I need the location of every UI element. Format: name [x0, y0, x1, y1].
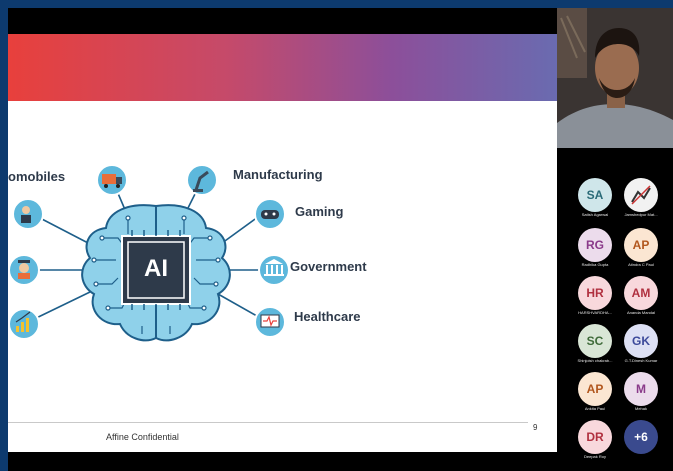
- participant-name: Atindra C Paul: [628, 262, 654, 267]
- participant-avatar: SC: [578, 324, 612, 358]
- participant-name: HARSHVARDHA...: [578, 310, 612, 315]
- person-laptop-icon: [12, 198, 44, 230]
- participant-tile[interactable]: AM Ananda Mandal: [615, 276, 667, 322]
- window-edge: [0, 8, 8, 471]
- participant-tile[interactable]: Jamshedpur Mat...: [615, 178, 667, 224]
- participant-avatar: M: [624, 372, 658, 406]
- label-automobiles: omobiles: [8, 169, 66, 184]
- participants-panel: SA Satish Agarwal Jamshedpur Mat... RG Radhi…: [557, 8, 673, 471]
- participant-name: Shinjoish chakrab...: [577, 358, 613, 363]
- ai-chip-label: AI: [144, 255, 168, 282]
- share-top-bar: [8, 8, 557, 34]
- participant-tile[interactable]: M Mehak: [615, 372, 667, 418]
- participant-avatar: HR: [578, 276, 612, 310]
- participant-avatar: GK: [624, 324, 658, 358]
- label-government: Government: [290, 259, 367, 274]
- participant-tile[interactable]: AP Atindra C Paul: [615, 228, 667, 274]
- participant-avatar: [624, 178, 658, 212]
- share-bottom-bar: [8, 452, 557, 471]
- slide-page-number: 9: [533, 423, 538, 432]
- participant-tile[interactable]: RG Radhika Gupta: [569, 228, 621, 274]
- participant-avatar: AP: [624, 228, 658, 262]
- participant-avatar: AM: [624, 276, 658, 310]
- healthcare-monitor-icon: [254, 306, 286, 338]
- participant-tile[interactable]: +6: [615, 420, 667, 466]
- speaker-video[interactable]: [557, 8, 673, 148]
- participant-avatar: +6: [624, 420, 658, 454]
- shared-slide: AI omobiles Manufacturing Gaming Governm…: [8, 34, 557, 452]
- label-manufacturing: Manufacturing: [233, 167, 323, 182]
- participant-tile[interactable]: AP Ankita Paul: [569, 372, 621, 418]
- government-building-icon: [258, 254, 290, 286]
- participant-tile[interactable]: HR HARSHVARDHA...: [569, 276, 621, 322]
- label-healthcare: Healthcare: [294, 309, 361, 324]
- robot-arm-icon: [186, 164, 218, 196]
- participant-name: Mehak: [634, 406, 647, 411]
- participant-avatar: RG: [578, 228, 612, 262]
- participant-avatar: DR: [578, 420, 612, 454]
- label-gaming: Gaming: [295, 204, 344, 219]
- graduate-icon: [8, 254, 40, 286]
- participant-name: Jamshedpur Mat...: [624, 212, 658, 217]
- participant-name: Deepak Roy: [583, 454, 606, 459]
- speaker-video-frame: [557, 8, 673, 148]
- participant-avatar: AP: [578, 372, 612, 406]
- participant-name: G.T.Dinesh Kumar: [624, 358, 658, 363]
- truck-icon: [96, 164, 128, 196]
- participant-name: Radhika Gupta: [581, 262, 609, 267]
- slide-banner: [8, 34, 557, 101]
- participant-tile[interactable]: DR Deepak Roy: [569, 420, 621, 466]
- participant-name: Ankita Paul: [584, 406, 606, 411]
- participant-tile[interactable]: SC Shinjoish chakrab...: [569, 324, 621, 370]
- gamepad-icon: [254, 198, 286, 230]
- footer-confidential: Affine Confidential: [106, 432, 179, 442]
- participant-tile[interactable]: GK G.T.Dinesh Kumar: [615, 324, 667, 370]
- growth-chart-icon: [8, 308, 40, 340]
- participant-avatar: SA: [578, 178, 612, 212]
- footer-divider: [8, 422, 528, 423]
- participant-name: Satish Agarwal: [581, 212, 609, 217]
- meeting-window: AI omobiles Manufacturing Gaming Governm…: [0, 0, 673, 471]
- participant-name: Ananda Mandal: [626, 310, 656, 315]
- participant-tile[interactable]: SA Satish Agarwal: [569, 178, 621, 224]
